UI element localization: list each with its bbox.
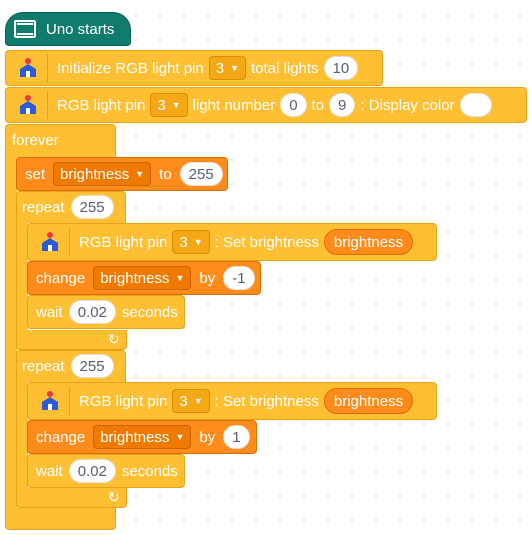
chevron-down-icon: ▼: [193, 395, 203, 406]
set-variable-dropdown[interactable]: brightness ▼: [53, 162, 152, 186]
rgb-set-brightness-block[interactable]: RGB light pin 3 ▼ : Set brightness brigh…: [27, 382, 437, 420]
rgb2-pin-value: 3: [179, 392, 188, 410]
rgb1-label-a: RGB light pin: [79, 233, 168, 251]
forever-label: forever: [12, 132, 59, 149]
color-picker-input[interactable]: [459, 93, 492, 117]
set-variable-name: brightness: [60, 165, 130, 183]
rgb-light-icon: [36, 228, 64, 256]
rgb2-pin-dropdown[interactable]: 3 ▼: [172, 389, 210, 413]
block-separator: [69, 228, 70, 256]
change2-variable-name: brightness: [100, 428, 170, 446]
repeat2-header: repeat 255: [22, 354, 114, 378]
chevron-down-icon: ▼: [171, 99, 181, 110]
repeat1-header: repeat 255: [22, 195, 114, 219]
brightness-reporter[interactable]: brightness: [323, 388, 414, 414]
repeat-arrow-icon: ↻: [108, 489, 120, 505]
initialize-rgb-block[interactable]: Initialize RGB light pin 3 ▼ total light…: [5, 50, 383, 86]
wait2-value-input[interactable]: 0.02: [68, 459, 116, 483]
block-separator: [47, 91, 48, 119]
block-separator: [69, 387, 70, 415]
display-pin-value: 3: [157, 96, 166, 114]
change1-label-a: change: [36, 269, 86, 287]
repeat2-label: repeat: [22, 357, 65, 375]
rgb-light-icon: [14, 91, 42, 119]
repeat-arrow-icon: ↻: [108, 331, 120, 347]
light-from-input[interactable]: 0: [280, 93, 307, 117]
display-pin-dropdown[interactable]: 3 ▼: [150, 93, 188, 117]
rgb2-label-b: : Set brightness: [214, 392, 319, 410]
uno-starts-hat-block[interactable]: Uno starts: [5, 12, 131, 46]
rgb1-label-b: : Set brightness: [214, 233, 319, 251]
change2-variable-dropdown[interactable]: brightness ▼: [93, 425, 192, 449]
display-label-c: to: [311, 96, 325, 114]
repeat1-count-input[interactable]: 255: [70, 195, 114, 219]
rgb1-pin-value: 3: [179, 233, 188, 251]
wait-block[interactable]: wait 0.02 seconds: [27, 295, 185, 329]
init-label-b: total lights: [251, 59, 319, 77]
repeat1-label: repeat: [22, 198, 65, 216]
chevron-down-icon: ▼: [175, 431, 185, 442]
init-label-a: Initialize RGB light pin: [57, 59, 204, 77]
set-label-b: to: [159, 165, 172, 183]
change1-label-b: by: [199, 269, 216, 287]
rgb1-pin-dropdown[interactable]: 3 ▼: [172, 230, 210, 254]
wait-block[interactable]: wait 0.02 seconds: [27, 454, 185, 488]
chevron-down-icon: ▼: [135, 168, 145, 179]
init-pin-dropdown[interactable]: 3 ▼: [208, 56, 246, 80]
display-label-a: RGB light pin: [57, 96, 146, 114]
hat-label: Uno starts: [46, 20, 115, 38]
set-value-input[interactable]: 255: [179, 162, 223, 186]
chevron-down-icon: ▼: [230, 62, 239, 73]
chevron-down-icon: ▼: [193, 236, 203, 247]
chevron-down-icon: ▼: [175, 272, 185, 283]
rgb2-label-a: RGB light pin: [79, 392, 168, 410]
wait1-label-b: seconds: [121, 303, 178, 321]
rgb-light-icon: [36, 387, 64, 415]
change2-value-input[interactable]: 1: [223, 425, 250, 449]
forever-bottom-arm[interactable]: [5, 508, 116, 530]
change1-variable-name: brightness: [100, 269, 170, 287]
change-variable-block[interactable]: change brightness ▼ by -1: [27, 261, 261, 295]
wait2-label-b: seconds: [121, 462, 178, 480]
repeat2-count-input[interactable]: 255: [70, 354, 114, 378]
set-label-a: set: [25, 165, 46, 183]
wait1-value-input[interactable]: 0.02: [68, 300, 116, 324]
set-variable-block[interactable]: set brightness ▼ to 255: [16, 157, 228, 191]
change1-value-input[interactable]: -1: [223, 266, 255, 290]
light-to-input[interactable]: 9: [329, 93, 356, 117]
change-variable-block[interactable]: change brightness ▼ by 1: [27, 420, 257, 454]
change2-label-b: by: [199, 428, 216, 446]
change1-variable-dropdown[interactable]: brightness ▼: [93, 266, 192, 290]
total-lights-input[interactable]: 10: [323, 56, 359, 80]
wait2-label-a: wait: [36, 462, 63, 480]
rgb-set-brightness-block[interactable]: RGB light pin 3 ▼ : Set brightness brigh…: [27, 223, 437, 261]
rgb-light-icon: [14, 54, 42, 82]
wait1-label-a: wait: [36, 303, 63, 321]
change2-label-a: change: [36, 428, 86, 446]
uno-board-icon: [12, 16, 38, 42]
brightness-reporter[interactable]: brightness: [323, 229, 414, 255]
display-label-d: : Display color: [360, 96, 455, 114]
block-separator: [47, 54, 48, 82]
display-label-b: light number: [192, 96, 276, 114]
display-color-block[interactable]: RGB light pin 3 ▼ light number 0 to 9 : …: [5, 87, 527, 123]
init-pin-value: 3: [215, 59, 225, 77]
